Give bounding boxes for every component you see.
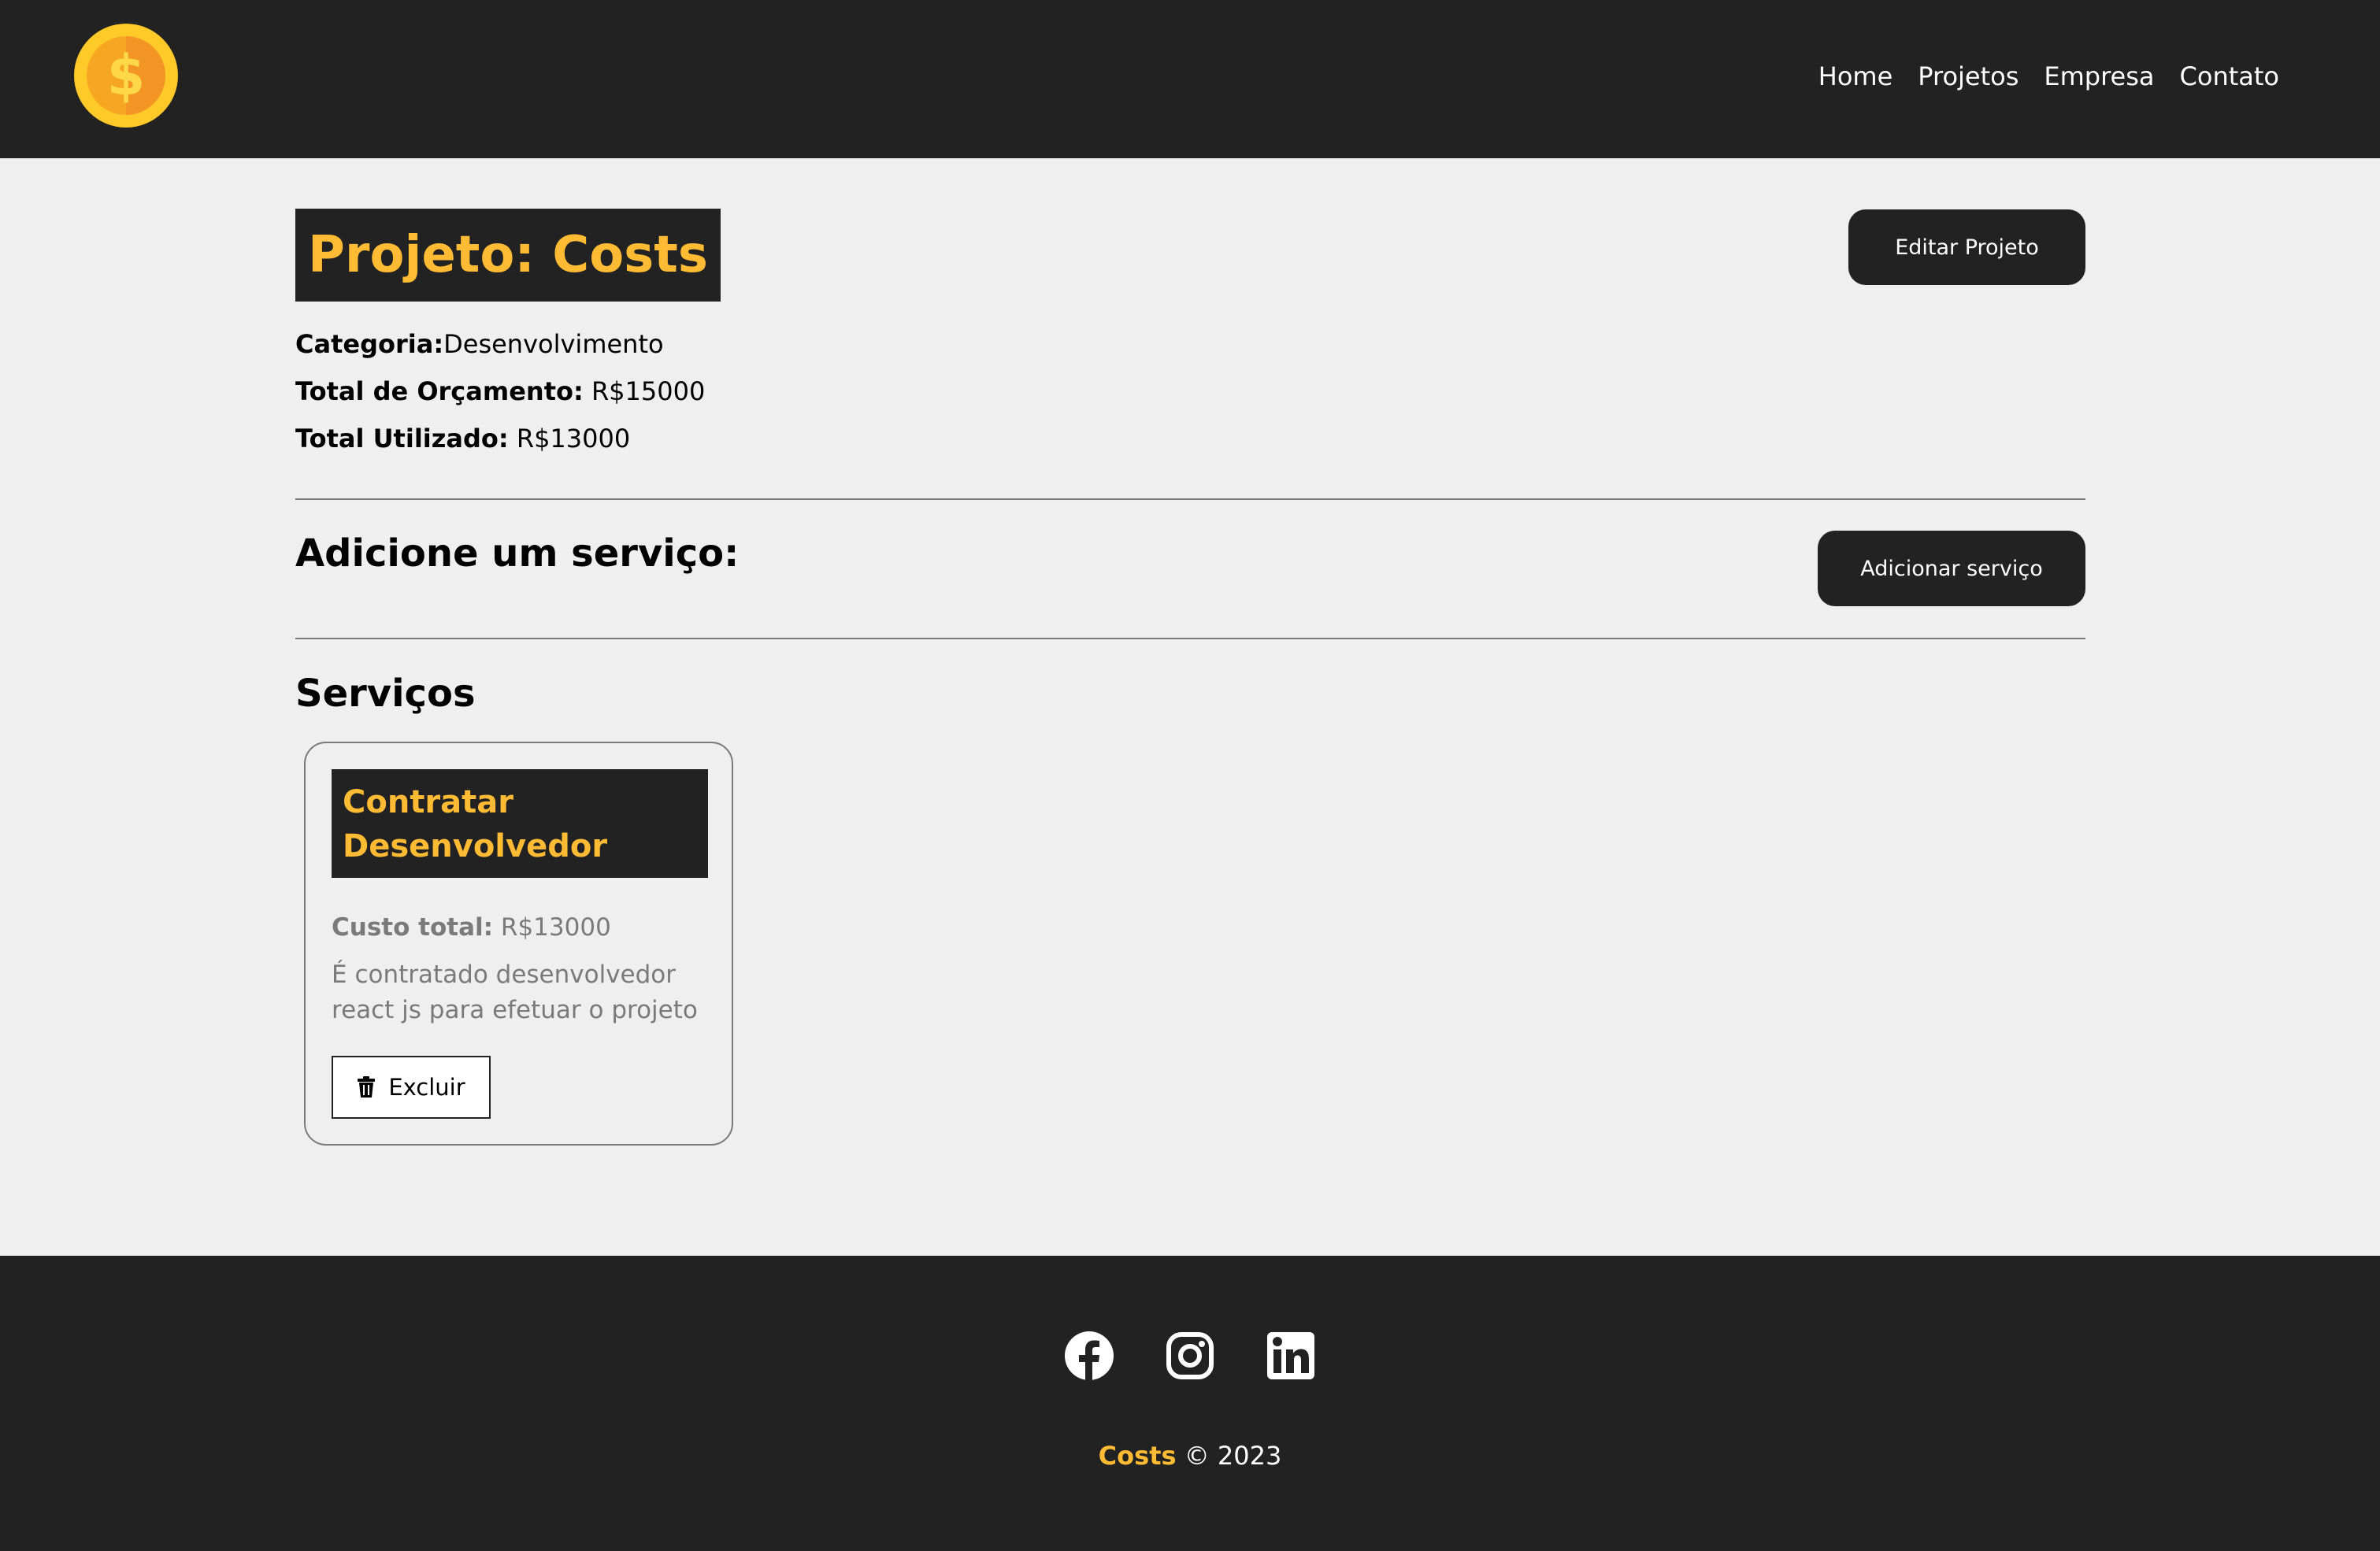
budget-label: Total de Orçamento: (295, 376, 584, 406)
main-nav: Home Projetos Empresa Contato (1818, 61, 2279, 91)
facebook-icon[interactable] (1064, 1331, 1114, 1381)
trash-icon (358, 1076, 376, 1098)
service-card: Contratar Desenvolvedor Custo total: R$1… (304, 742, 733, 1146)
add-service-button[interactable]: Adicionar serviço (1818, 531, 2085, 606)
category-value: Desenvolvimento (443, 329, 664, 359)
used-value: R$13000 (516, 424, 631, 453)
edit-project-button[interactable]: Editar Projeto (1848, 209, 2085, 285)
add-service-heading: Adicione um serviço: (295, 531, 740, 576)
project-title: Projeto: Costs (295, 209, 721, 302)
category-label: Categoria: (295, 329, 444, 359)
service-cost-value: R$13000 (500, 913, 611, 942)
project-category: Categoria:Desenvolvimento (295, 329, 664, 359)
svg-text:$: $ (107, 43, 146, 108)
divider (295, 498, 2085, 500)
service-description: É contratado desenvolvedor react js para… (332, 961, 698, 1024)
footer-brand: Costs (1098, 1441, 1177, 1471)
instagram-icon[interactable] (1165, 1331, 1215, 1381)
service-cost-label: Custo total: (332, 913, 494, 942)
dollar-coin-icon[interactable]: $ (74, 24, 178, 128)
nav-link-home[interactable]: Home (1818, 61, 1893, 91)
nav-link-contato[interactable]: Contato (2180, 61, 2279, 91)
linkedin-icon[interactable] (1266, 1331, 1316, 1381)
services-heading: Serviços (295, 672, 476, 716)
copyright: Costs © 2023 (0, 1441, 2380, 1471)
navbar: $ Home Projetos Empresa Contato (0, 0, 2380, 158)
service-title: Contratar Desenvolvedor (332, 769, 708, 878)
nav-link-projetos[interactable]: Projetos (1918, 61, 2019, 91)
nav-link-empresa[interactable]: Empresa (2044, 61, 2154, 91)
divider (295, 638, 2085, 639)
project-used: Total Utilizado: R$13000 (295, 424, 630, 453)
used-label: Total Utilizado: (295, 424, 509, 453)
copyright-text: © 2023 (1184, 1441, 1282, 1471)
footer (0, 1256, 2380, 1551)
service-cost: Custo total: R$13000 (332, 913, 611, 942)
project-budget: Total de Orçamento: R$15000 (295, 376, 705, 406)
budget-value: R$15000 (591, 376, 706, 406)
delete-label: Excluir (388, 1074, 465, 1101)
delete-service-button[interactable]: Excluir (332, 1056, 491, 1119)
